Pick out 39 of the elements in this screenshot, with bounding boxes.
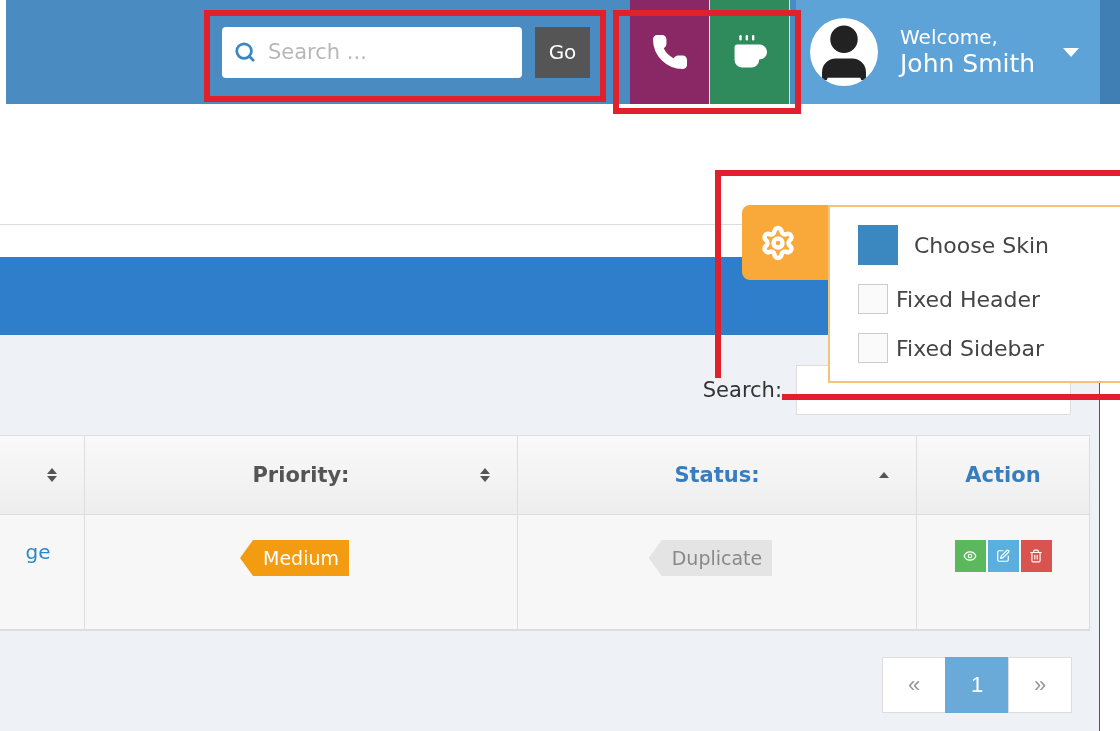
settings-icon xyxy=(760,224,796,261)
page-button[interactable]: 1 xyxy=(945,657,1009,713)
column-header[interactable]: Action xyxy=(917,436,1090,515)
settings-tab[interactable] xyxy=(742,205,830,280)
coffee-button[interactable] xyxy=(710,0,790,104)
setting-label: Fixed Sidebar xyxy=(896,335,1045,361)
page-button[interactable]: » xyxy=(1008,657,1072,713)
caret-icon[interactable] xyxy=(1063,47,1080,57)
column-title: Status: xyxy=(674,463,760,487)
setting-label: Choose Skin xyxy=(914,232,1049,258)
table-link[interactable]: ge xyxy=(25,540,51,564)
sort-icon[interactable] xyxy=(46,467,58,483)
eye-icon xyxy=(963,549,977,563)
delete-button[interactable] xyxy=(1020,540,1052,572)
column-header[interactable]: Status: xyxy=(518,436,917,515)
sort-ascending-icon[interactable] xyxy=(878,471,890,479)
page-button[interactable]: « xyxy=(882,657,946,713)
checkbox[interactable] xyxy=(858,284,888,314)
search-icon xyxy=(234,40,256,63)
skin-swatch[interactable] xyxy=(858,225,898,265)
welcome-text: Welcome, xyxy=(900,25,999,49)
checkbox[interactable] xyxy=(858,333,888,363)
search-field[interactable]: Search ... xyxy=(222,26,522,78)
phone-icon xyxy=(650,33,689,71)
go-button[interactable]: Go xyxy=(535,26,590,78)
trash-icon xyxy=(1029,549,1043,563)
search-label: Search: xyxy=(702,378,782,402)
status-tag: Duplicate xyxy=(648,540,773,576)
column-title: Action xyxy=(965,463,1041,487)
column-header[interactable]: Priority: xyxy=(85,436,518,515)
column-title: Priority: xyxy=(252,463,350,487)
user-name[interactable]: John Smith xyxy=(900,49,1036,79)
priority-tag: Medium xyxy=(240,540,349,576)
sort-icon[interactable] xyxy=(479,467,491,483)
setting-label: Fixed Header xyxy=(896,286,1041,312)
view-button[interactable] xyxy=(954,540,986,572)
pencil-icon xyxy=(996,549,1010,563)
phone-button[interactable] xyxy=(630,0,710,104)
edit-button[interactable] xyxy=(987,540,1019,572)
